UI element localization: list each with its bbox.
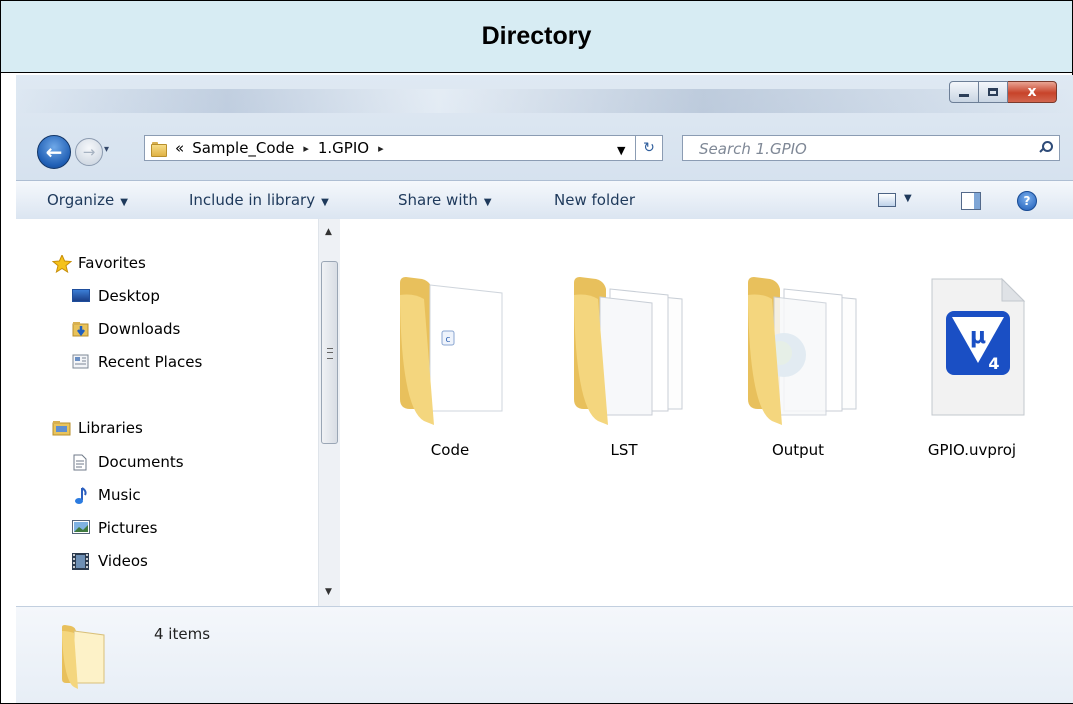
folder-icon bbox=[151, 140, 167, 157]
folder-icon: c bbox=[400, 277, 503, 425]
folder-icon bbox=[574, 277, 683, 425]
nav-scrollbar[interactable]: ▲ ▼ bbox=[318, 219, 341, 606]
pictures-icon bbox=[72, 520, 90, 536]
new-folder-button[interactable]: New folder bbox=[554, 191, 635, 209]
code-file-badge: c bbox=[446, 335, 451, 345]
videos-label: Videos bbox=[98, 552, 148, 570]
file-name: Code bbox=[430, 441, 470, 459]
downloads-label: Downloads bbox=[98, 320, 181, 338]
include-in-library-label: Include in library bbox=[189, 191, 316, 209]
folder-icon bbox=[748, 277, 857, 425]
file-name: LST bbox=[610, 441, 638, 459]
breadcrumb-arrow-icon[interactable]: ▸ bbox=[378, 142, 384, 155]
address-bar[interactable]: « Sample_Code ▸ 1.GPIO ▸ bbox=[144, 135, 660, 161]
documents-icon bbox=[72, 454, 90, 471]
sidebar-favorites[interactable]: Favorites bbox=[51, 253, 146, 274]
minimize-icon bbox=[959, 93, 969, 97]
desktop-icon bbox=[72, 288, 90, 304]
refresh-button[interactable]: ↻ bbox=[635, 135, 663, 161]
documents-label: Documents bbox=[98, 453, 184, 471]
libraries-icon bbox=[52, 420, 71, 436]
address-dropdown-icon[interactable]: ▼ bbox=[617, 144, 625, 157]
pictures-label: Pictures bbox=[98, 519, 158, 537]
libraries-label: Libraries bbox=[78, 419, 143, 437]
recent-pages-dropdown[interactable]: ▾ bbox=[104, 144, 109, 155]
breadcrumb-arrow-icon[interactable]: ▸ bbox=[303, 142, 309, 155]
include-in-library-button[interactable]: Include in library ▼ bbox=[189, 191, 329, 209]
view-options-dropdown-icon[interactable]: ▼ bbox=[904, 193, 912, 204]
back-button[interactable]: ← bbox=[37, 135, 71, 169]
film-icon bbox=[72, 553, 90, 570]
music-label: Music bbox=[98, 486, 141, 504]
recent-places-label: Recent Places bbox=[98, 353, 203, 371]
sidebar-item-documents[interactable]: Documents bbox=[72, 453, 184, 471]
sidebar-item-desktop[interactable]: Desktop bbox=[72, 287, 160, 305]
uv-version: 4 bbox=[988, 354, 999, 373]
change-view-icon[interactable] bbox=[878, 193, 896, 207]
breadcrumb-gpio[interactable]: 1.GPIO bbox=[318, 139, 369, 157]
music-note-icon bbox=[72, 487, 90, 504]
grip-icon bbox=[327, 348, 333, 359]
recent-places-icon bbox=[72, 354, 90, 370]
dropdown-arrow-icon: ▼ bbox=[321, 197, 329, 208]
desktop-label: Desktop bbox=[98, 287, 160, 305]
minimize-button[interactable] bbox=[949, 81, 979, 103]
file-item-code[interactable]: c Code bbox=[380, 259, 520, 479]
sidebar-item-videos[interactable]: Videos bbox=[72, 552, 148, 570]
file-list: c Code LST Output μ 4 GPIO.uvproj bbox=[340, 219, 1073, 606]
organize-label: Organize bbox=[47, 191, 115, 209]
maximize-icon bbox=[988, 88, 998, 96]
sidebar-libraries[interactable]: Libraries bbox=[52, 419, 143, 437]
navigation-pane: Favorites Desktop Downloads Recent Place… bbox=[16, 219, 338, 606]
forward-button[interactable]: → bbox=[75, 138, 103, 166]
search-icon[interactable] bbox=[1040, 141, 1053, 152]
scroll-down-icon[interactable]: ▼ bbox=[325, 587, 332, 597]
details-pane: 4 items bbox=[16, 606, 1073, 703]
organize-button[interactable]: Organize ▼ bbox=[47, 191, 128, 209]
star-icon bbox=[51, 253, 73, 274]
preview-pane-icon[interactable] bbox=[961, 192, 981, 210]
file-item-gpio-uvproj[interactable]: μ 4 GPIO.uvproj bbox=[902, 259, 1042, 479]
breadcrumb-overflow[interactable]: « bbox=[175, 139, 184, 157]
favorites-label: Favorites bbox=[78, 254, 146, 272]
scroll-up-icon[interactable]: ▲ bbox=[325, 227, 332, 237]
share-with-label: Share with bbox=[398, 191, 478, 209]
breadcrumb-sample-code[interactable]: Sample_Code bbox=[192, 139, 294, 157]
file-item-lst[interactable]: LST bbox=[554, 259, 694, 479]
uvision-project-icon: μ 4 bbox=[931, 277, 1026, 416]
dropdown-arrow-icon: ▼ bbox=[120, 197, 128, 208]
scroll-thumb[interactable] bbox=[321, 261, 338, 444]
figure-caption: Directory bbox=[1, 1, 1072, 73]
uv-logo: μ bbox=[970, 324, 986, 349]
item-count: 4 items bbox=[154, 625, 211, 643]
file-item-output[interactable]: Output bbox=[728, 259, 868, 479]
sidebar-item-pictures[interactable]: Pictures bbox=[72, 519, 157, 537]
folder-icon bbox=[62, 625, 105, 689]
sidebar-item-music[interactable]: Music bbox=[72, 486, 141, 504]
file-name: Output bbox=[771, 441, 825, 459]
maximize-button[interactable] bbox=[979, 81, 1008, 103]
downloads-icon bbox=[72, 321, 90, 337]
sidebar-item-recent-places[interactable]: Recent Places bbox=[72, 353, 202, 371]
dropdown-arrow-icon: ▼ bbox=[483, 197, 492, 208]
document-frame: Directory x ← → ▾ « Sample_Code ▸ 1.GPIO… bbox=[0, 0, 1073, 704]
window-controls: x bbox=[949, 81, 1057, 103]
close-button[interactable]: x bbox=[1008, 81, 1057, 103]
explorer-window: x ← → ▾ « Sample_Code ▸ 1.GPIO ▸ ▼ ↻ Sea… bbox=[16, 75, 1073, 703]
share-with-button[interactable]: Share with ▼ bbox=[398, 191, 492, 209]
search-box[interactable]: Search 1.GPIO bbox=[682, 135, 1060, 161]
command-bar: Organize ▼ Include in library ▼ Share with… bbox=[16, 180, 1073, 220]
file-name: GPIO.uvproj bbox=[927, 441, 1017, 459]
search-placeholder: Search 1.GPIO bbox=[699, 140, 807, 158]
help-icon[interactable]: ? bbox=[1017, 191, 1037, 211]
sidebar-item-downloads[interactable]: Downloads bbox=[72, 320, 180, 338]
